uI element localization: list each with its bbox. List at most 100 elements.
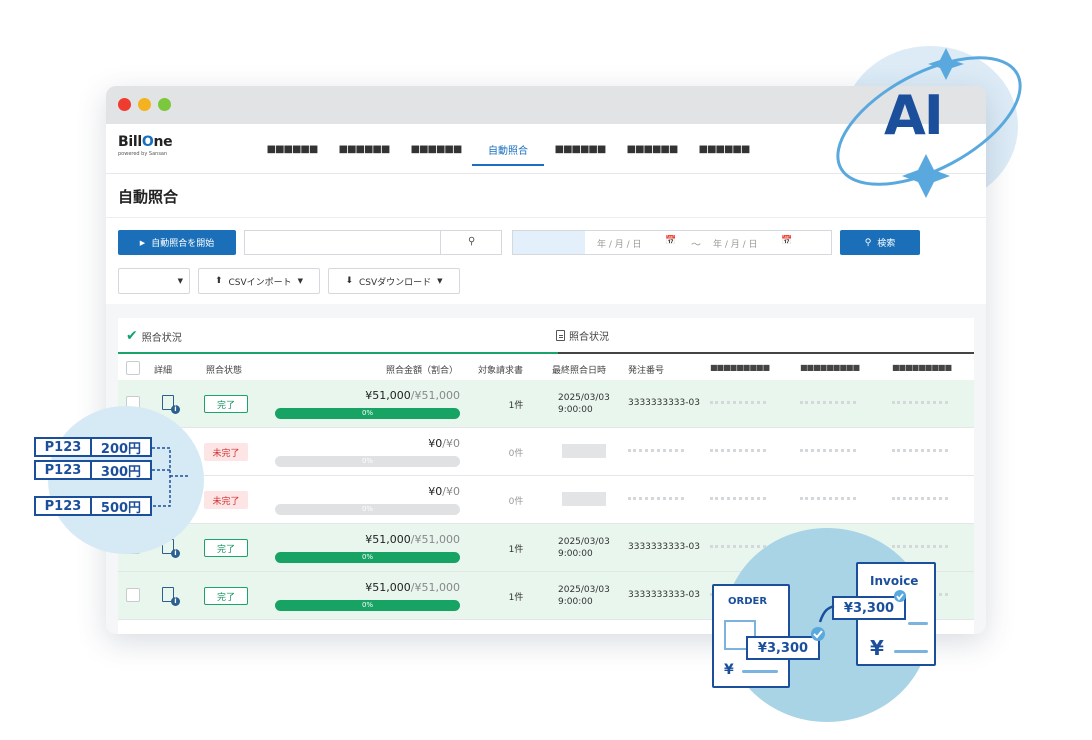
toolbar: ▶ 自動照合を開始 ⚲ 年 / 月 / 日 📅 〜 年 / 月 / 日 📅 ⚲ … <box>106 218 986 304</box>
start-auto-matching-button[interactable]: ▶ 自動照合を開始 <box>118 230 236 255</box>
nav-item-6[interactable]: ■■■■■■ <box>616 124 688 174</box>
upload-icon: ⬆ <box>214 276 223 286</box>
detail-document-icon[interactable] <box>162 395 180 414</box>
invoice-count[interactable]: 1件 <box>502 542 530 555</box>
search-icon[interactable]: ⚲ <box>468 236 475 247</box>
search-button-label: 検索 <box>877 239 896 249</box>
progress-bar: 0% <box>275 456 460 467</box>
header-order-number[interactable]: 発注番号 <box>628 363 664 376</box>
empty-date-placeholder <box>562 444 606 458</box>
minimize-window-button[interactable] <box>138 98 151 111</box>
nav-item-7[interactable]: ■■■■■■ <box>688 124 760 174</box>
table-row[interactable]: 未完了 ¥0/¥0 0% 0件 <box>118 476 974 524</box>
progress-label: 0% <box>361 601 374 609</box>
status-badge: 完了 <box>204 587 248 605</box>
nav-item-5[interactable]: ■■■■■■ <box>544 124 616 174</box>
search-button-icon: ⚲ <box>864 237 872 248</box>
close-window-button[interactable] <box>118 98 131 111</box>
masked-cell <box>628 449 684 452</box>
nav-item-2[interactable]: ■■■■■■ <box>328 124 400 174</box>
masked-cell <box>628 497 684 500</box>
nav-item-1[interactable]: ■■■■■■ <box>256 124 328 174</box>
invoice-count[interactable]: 1件 <box>502 398 530 411</box>
last-matched-datetime: 2025/03/03 9:00:00 <box>558 393 610 415</box>
progress-bar: 0% <box>275 600 460 611</box>
calendar-to-icon[interactable]: 📅 <box>781 236 792 246</box>
table-row[interactable]: 未完了 ¥0/¥0 0% 0件 <box>118 428 974 476</box>
detail-document-icon[interactable] <box>162 587 180 606</box>
nav-item-3[interactable]: ■■■■■■ <box>400 124 472 174</box>
date-from-input[interactable]: 年 / 月 / 日 <box>597 237 642 250</box>
tab-label: 照合状況 <box>569 332 609 343</box>
chevron-down-icon: ▼ <box>297 277 304 285</box>
status-badge: 完了 <box>204 395 248 413</box>
invoice-count[interactable]: 0件 <box>502 494 530 507</box>
csv-download-label: CSVダウンロード <box>359 277 432 288</box>
masked-cell <box>892 401 948 404</box>
progress-label: 0% <box>361 409 374 417</box>
masked-cell <box>800 401 856 404</box>
progress-label: 0% <box>361 457 374 465</box>
nav-item-auto-matching[interactable]: 自動照合 <box>472 124 544 174</box>
search-button[interactable]: ⚲ 検索 <box>840 230 920 255</box>
matched-amount: ¥0/¥0 <box>428 485 460 498</box>
row-checkbox[interactable] <box>126 588 140 602</box>
chevron-down-icon: ▼ <box>177 277 183 285</box>
order-yen: ¥ <box>724 662 734 678</box>
status-badge: 未完了 <box>204 491 248 509</box>
order-line <box>742 670 778 673</box>
progress-label: 0% <box>361 553 374 561</box>
masked-cell <box>892 449 948 452</box>
header-status[interactable]: 照合状態 <box>206 363 242 376</box>
last-matched-datetime: 2025/03/03 9:00:00 <box>558 537 610 559</box>
progress-bar: 0% <box>275 408 460 419</box>
invoice-title: Invoice <box>870 574 919 588</box>
masked-cell <box>710 545 766 548</box>
masked-cell <box>892 497 948 500</box>
header-last-matched[interactable]: 最終照合日時 <box>552 363 606 376</box>
date-to-input[interactable]: 年 / 月 / 日 <box>713 237 758 250</box>
order-number: 3333333333-03 <box>628 590 700 600</box>
invoice-count[interactable]: 0件 <box>502 446 530 459</box>
header-invoice[interactable]: 対象請求書 <box>478 363 523 376</box>
filter-select[interactable]: ▼ <box>118 268 190 294</box>
header-amount[interactable]: 照合金額（割合） <box>386 363 458 376</box>
tab-matching-status-document[interactable]: 照合状況 <box>556 328 609 343</box>
calendar-from-icon[interactable]: 📅 <box>665 236 676 246</box>
matched-amount: ¥0/¥0 <box>428 437 460 450</box>
document-icon <box>556 330 565 341</box>
purchase-tag-2: P123 300円 <box>34 460 152 480</box>
header-masked-2: ■■■■■■■■■ <box>800 363 860 372</box>
maximize-window-button[interactable] <box>158 98 171 111</box>
status-badge: 未完了 <box>204 443 248 461</box>
masked-cell <box>710 449 766 452</box>
tag-connector-lines <box>152 447 188 507</box>
masked-cell <box>710 401 766 404</box>
header-masked-1: ■■■■■■■■■ <box>710 363 770 372</box>
match-connector-illustration <box>811 590 906 641</box>
masked-cell <box>892 545 948 548</box>
date-separator: 〜 <box>691 240 701 251</box>
active-tab-indicator <box>118 352 558 354</box>
purchase-tag-3: P123 500円 <box>34 496 152 516</box>
select-all-checkbox[interactable] <box>126 361 140 375</box>
csv-download-button[interactable]: ⬇ CSVダウンロード ▼ <box>328 268 460 294</box>
search-input[interactable]: ⚲ <box>244 230 502 255</box>
masked-cell <box>710 497 766 500</box>
table-row[interactable]: 完了 ¥51,000/¥51,000 0% 1件 2025/03/039:00:00 33… <box>118 380 974 428</box>
play-icon: ▶ <box>139 238 146 247</box>
date-type-select[interactable] <box>513 231 585 254</box>
matched-amount: ¥51,000/¥51,000 <box>365 533 460 546</box>
progress-bar: 0% <box>275 504 460 515</box>
masked-cell <box>800 497 856 500</box>
csv-import-button[interactable]: ⬆ CSVインポート ▼ <box>198 268 320 294</box>
invoice-count[interactable]: 1件 <box>502 590 530 603</box>
tab-matching-status[interactable]: ✔ 照合状況 <box>126 328 182 344</box>
order-number: 3333333333-03 <box>628 542 700 552</box>
masked-cell <box>800 449 856 452</box>
purchase-tag-1: P123 200円 <box>34 437 152 457</box>
last-matched-datetime: 2025/03/03 9:00:00 <box>558 585 610 607</box>
logo-tagline: powered by Sansan <box>118 151 168 157</box>
progress-label: 0% <box>361 505 374 513</box>
billone-logo[interactable]: BillOne powered by Sansan <box>118 134 173 157</box>
